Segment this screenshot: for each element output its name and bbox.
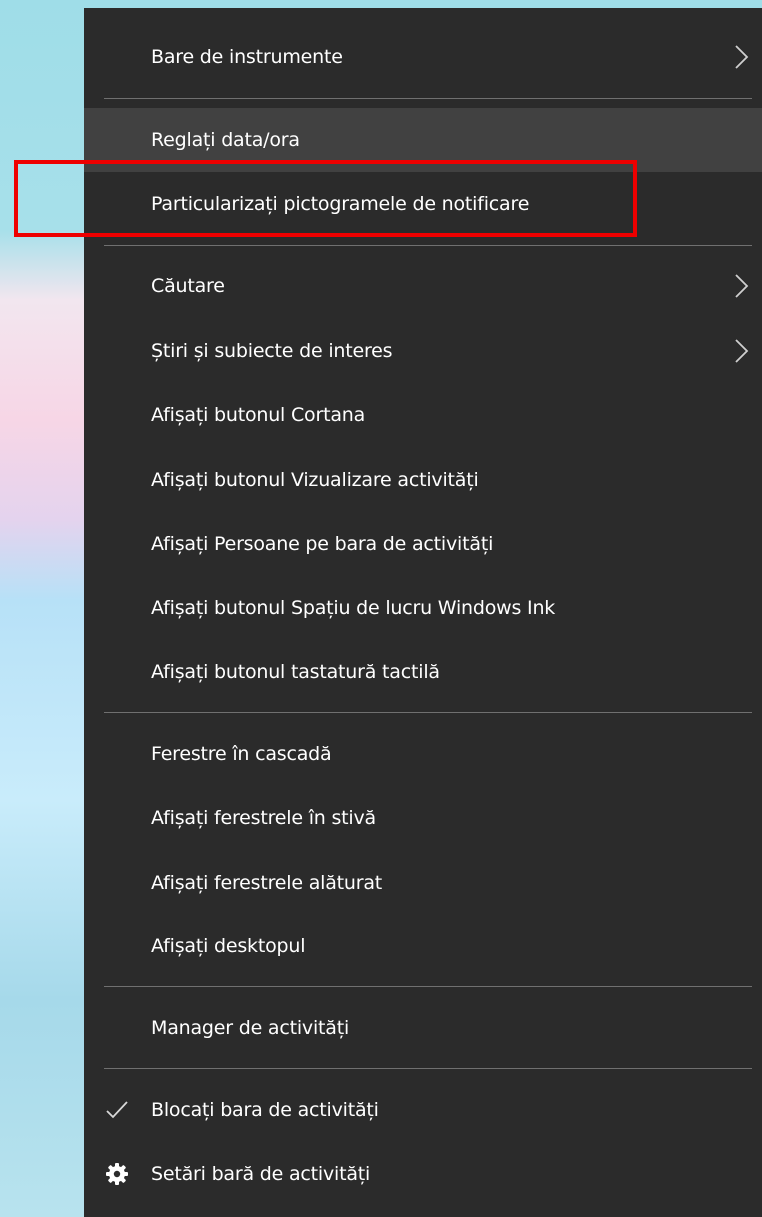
checkmark-icon (106, 1101, 128, 1119)
menu-item-label: Bare de instrumente (151, 46, 343, 68)
chevron-right-icon (735, 45, 749, 69)
menu-item-show-windows-stacked[interactable]: Afișați ferestrele în stivă (84, 786, 762, 850)
menu-item-label: Reglați data/ora (151, 129, 300, 151)
menu-item-label: Căutare (151, 275, 225, 297)
menu-item-label: Afișați butonul Spațiu de lucru Windows … (151, 597, 556, 619)
menu-item-label: Afișați ferestrele în stivă (151, 807, 376, 829)
menu-item-task-manager[interactable]: Manager de activități (84, 996, 762, 1060)
menu-item-label: Afișați butonul Cortana (151, 404, 366, 426)
menu-item-adjust-date-time[interactable]: Reglați data/ora (84, 108, 762, 172)
menu-item-label: Știri și subiecte de interes (151, 340, 393, 362)
menu-item-label: Manager de activități (151, 1017, 350, 1039)
menu-item-taskbar-settings[interactable]: Setări bară de activități (84, 1142, 762, 1206)
menu-separator (104, 712, 752, 713)
menu-item-search[interactable]: Căutare (84, 254, 762, 318)
menu-item-news-and-interests[interactable]: Știri și subiecte de interes (84, 319, 762, 383)
menu-item-show-desktop[interactable]: Afișați desktopul (84, 914, 762, 978)
menu-item-label: Blocați bara de activități (151, 1099, 379, 1121)
menu-item-label: Particularizați pictogramele de notifica… (151, 193, 530, 215)
menu-separator (104, 986, 752, 987)
taskbar-context-menu: Bare de instrumente Reglați data/ora Par… (84, 8, 762, 1217)
menu-item-toolbars[interactable]: Bare de instrumente (84, 25, 762, 89)
gear-icon (106, 1163, 128, 1185)
menu-item-cascade-windows[interactable]: Ferestre în cascadă (84, 722, 762, 786)
menu-item-label: Afișați ferestrele alăturat (151, 872, 383, 894)
menu-item-label: Afișați Persoane pe bara de activități (151, 533, 494, 555)
menu-item-label: Ferestre în cascadă (151, 743, 332, 765)
menu-item-lock-taskbar[interactable]: Blocați bara de activități (84, 1078, 762, 1142)
menu-item-show-touch-keyboard-button[interactable]: Afișați butonul tastatură tactilă (84, 640, 762, 704)
menu-separator (104, 245, 752, 246)
menu-item-show-cortana-button[interactable]: Afișați butonul Cortana (84, 383, 762, 447)
chevron-right-icon (735, 274, 749, 298)
menu-item-show-windows-side-by-side[interactable]: Afișați ferestrele alăturat (84, 851, 762, 915)
menu-separator (104, 1068, 752, 1069)
menu-item-show-task-view-button[interactable]: Afișați butonul Vizualizare activități (84, 448, 762, 512)
menu-item-label: Afișați butonul Vizualizare activități (151, 469, 479, 491)
menu-item-show-windows-ink-workspace-button[interactable]: Afișați butonul Spațiu de lucru Windows … (84, 576, 762, 640)
chevron-right-icon (735, 339, 749, 363)
menu-item-label: Afișați desktopul (151, 935, 306, 957)
menu-item-label: Setări bară de activități (151, 1163, 371, 1185)
menu-item-show-people-on-taskbar[interactable]: Afișați Persoane pe bara de activități (84, 512, 762, 576)
menu-separator (104, 98, 752, 99)
menu-item-customize-notification-icons[interactable]: Particularizați pictogramele de notifica… (84, 172, 762, 236)
menu-item-label: Afișați butonul tastatură tactilă (151, 661, 440, 683)
